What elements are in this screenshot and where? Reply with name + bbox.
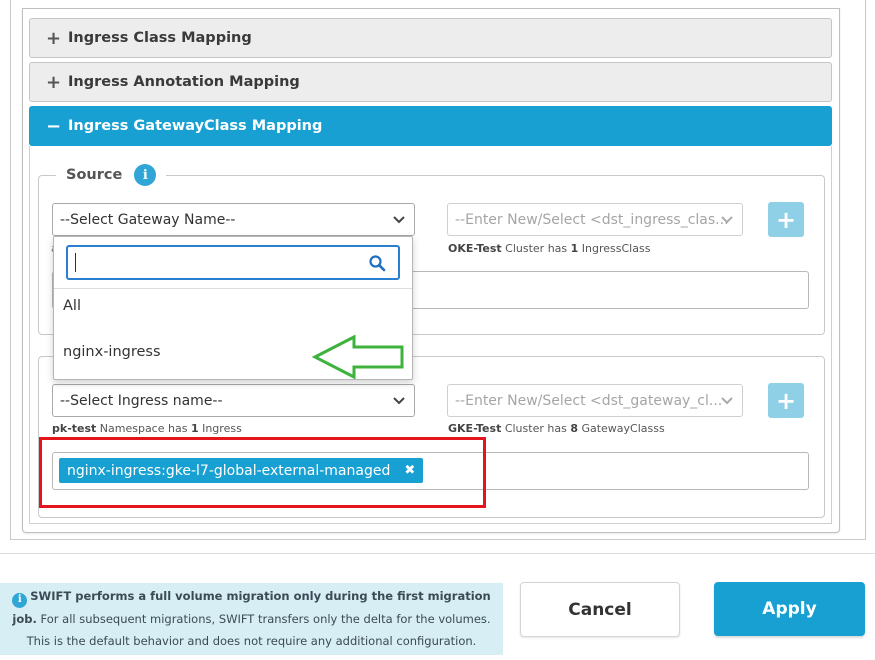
gateway-name-select-value: --Select Gateway Name--: [60, 211, 236, 228]
source-legend: Source i: [56, 162, 167, 188]
hint-text: Cluster has: [501, 422, 571, 435]
ingress-name-select[interactable]: --Select Ingress name--: [52, 384, 415, 417]
hint-text: Cluster has: [501, 242, 571, 255]
accordion-label: Ingress GatewayClass Mapping: [68, 118, 323, 134]
highlight-box: [39, 437, 486, 508]
dropdown-option-nginx-ingress[interactable]: nginx-ingress: [63, 344, 161, 360]
namespace-name: pk-test: [52, 422, 97, 435]
info-icon: i: [12, 592, 28, 608]
dst-cluster-name: OKE-Test: [448, 242, 502, 255]
accordion-ingress-gatewayclass-mapping[interactable]: − Ingress GatewayClass Mapping: [29, 106, 832, 146]
dropdown-divider: [54, 288, 412, 289]
accordion-label: Ingress Annotation Mapping: [68, 74, 300, 90]
text-cursor: [75, 253, 76, 272]
chevron-down-icon: [393, 397, 405, 405]
dropdown-search-input[interactable]: [66, 245, 400, 280]
dst-gateway-class-select[interactable]: --Enter New/Select <dst_gateway_cl...: [447, 384, 743, 417]
add-mapping-button[interactable]: +: [768, 202, 804, 237]
expand-icon: +: [46, 27, 62, 49]
hint-text: GatewayClasss: [577, 422, 665, 435]
dst-cluster-hint: OKE-Test Cluster has 1 IngressClass: [448, 242, 650, 255]
hint-text: Namespace has: [96, 422, 191, 435]
dst-ingress-class-select[interactable]: --Enter New/Select <dst_ingress_clas...: [447, 203, 743, 236]
ingress-name-select-value: --Select Ingress name--: [60, 392, 223, 409]
footer-divider: [0, 553, 875, 554]
dst-gateway-class-select-value: --Enter New/Select <dst_gateway_cl...: [455, 392, 723, 409]
search-icon: [369, 255, 386, 272]
add-gateway-mapping-button[interactable]: +: [768, 383, 804, 418]
apply-button[interactable]: Apply: [714, 582, 865, 636]
annotation-arrow-icon: [312, 334, 404, 380]
hint-count: 1: [190, 422, 199, 435]
collapse-icon: −: [46, 115, 62, 137]
accordion-label: Ingress Class Mapping: [68, 30, 252, 46]
notice-text: For all subsequent migrations, SWIFT tra…: [26, 611, 491, 648]
source-legend-label: Source: [66, 167, 123, 183]
dst-ingress-class-select-value: --Enter New/Select <dst_ingress_clas...: [455, 211, 729, 228]
namespace-hint: pk-test Namespace has 1 Ingress: [52, 422, 242, 435]
hint-count: 8: [570, 422, 578, 435]
chevron-down-icon: [721, 216, 733, 224]
expand-icon: +: [46, 71, 62, 93]
gateway-name-select[interactable]: --Select Gateway Name--: [52, 203, 415, 236]
info-icon[interactable]: i: [134, 164, 157, 186]
hint-text: IngressClass: [578, 242, 651, 255]
accordion-ingress-annotation-mapping[interactable]: + Ingress Annotation Mapping: [29, 62, 832, 102]
chevron-down-icon: [393, 216, 405, 224]
cancel-button[interactable]: Cancel: [520, 582, 680, 637]
chevron-down-icon: [721, 397, 733, 405]
hint-text: Ingress: [198, 422, 242, 435]
dst-cluster-hint: GKE-Test Cluster has 8 GatewayClasss: [448, 422, 665, 435]
accordion-ingress-class-mapping[interactable]: + Ingress Class Mapping: [29, 18, 832, 58]
dropdown-option-all[interactable]: All: [63, 298, 81, 314]
migration-notice: i SWIFT performs a full volume migration …: [0, 583, 503, 655]
dst-cluster-name: GKE-Test: [448, 422, 502, 435]
